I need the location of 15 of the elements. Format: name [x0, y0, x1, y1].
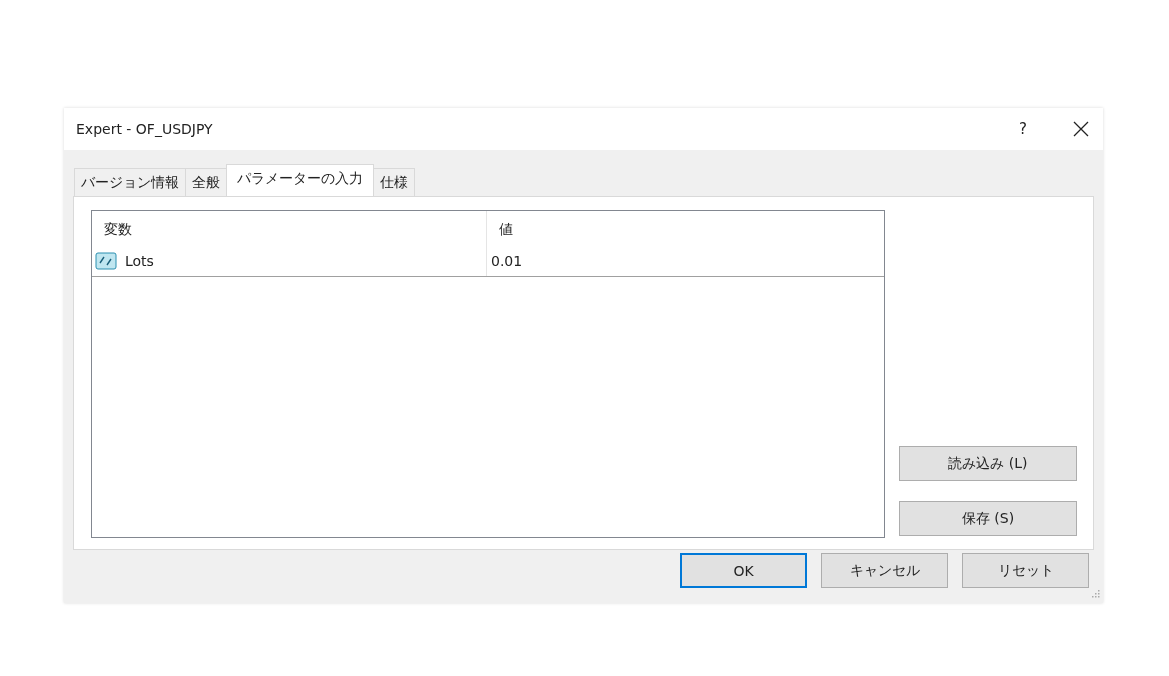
side-button[interactable]: 読み込み (L) — [899, 446, 1077, 481]
parameter-icon — [95, 250, 119, 271]
tab[interactable]: パラメーターの入力 — [226, 164, 374, 196]
window-title: Expert - OF_USDJPY — [76, 121, 214, 137]
tab[interactable]: バージョン情報 — [74, 168, 186, 196]
resize-grip-icon[interactable] — [1092, 590, 1100, 598]
tab[interactable]: 仕様 — [373, 168, 415, 196]
table-cell: Lots — [125, 252, 154, 269]
dialog-button[interactable]: リセット — [962, 553, 1089, 588]
help-button[interactable]: ? — [1019, 120, 1027, 138]
dialog-button[interactable]: OK — [680, 553, 807, 588]
side-button[interactable]: 保存 (S) — [899, 501, 1077, 536]
close-icon[interactable] — [1073, 121, 1089, 137]
dialog-button[interactable]: キャンセル — [821, 553, 948, 588]
table-cell: 0.01 — [491, 252, 523, 269]
